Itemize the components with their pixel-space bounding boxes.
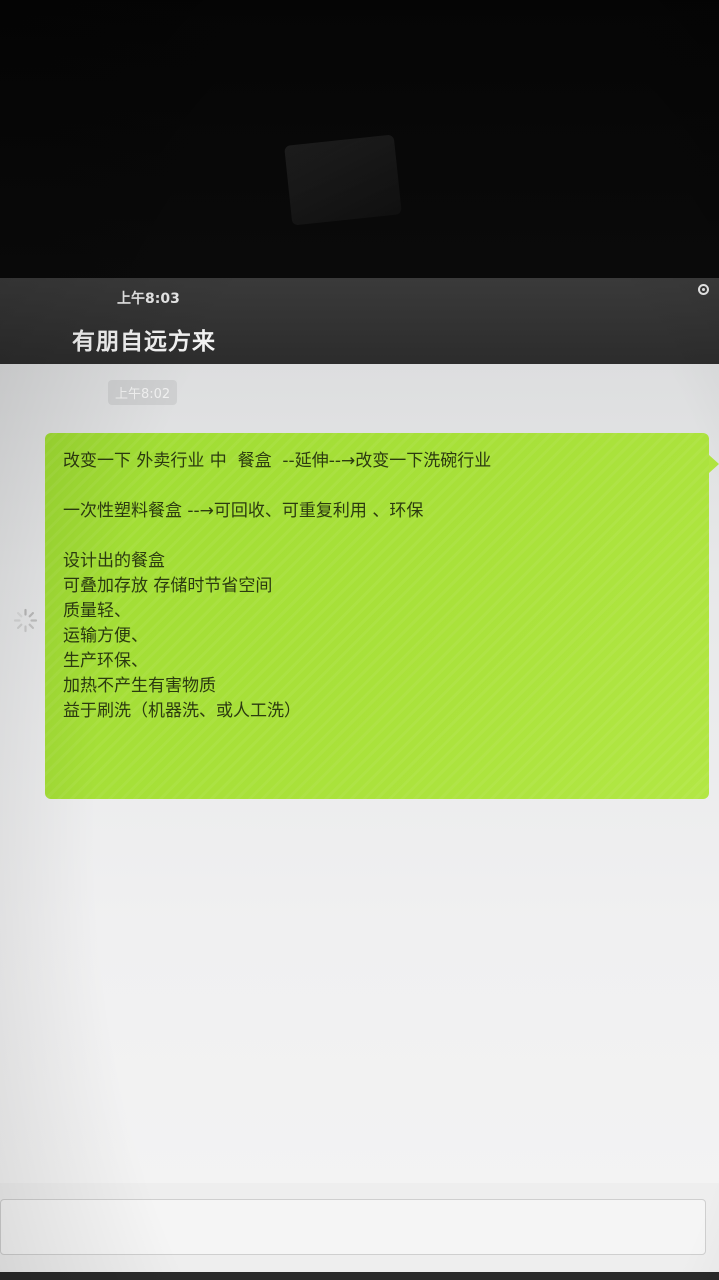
background-object (284, 134, 402, 226)
message-line: 生产环保、 (63, 651, 148, 671)
message-bubble[interactable]: 改变一下 外卖行业 中 餐盒 --延伸--→改变一下洗碗行业 一次性塑料餐盒 -… (45, 433, 719, 799)
alarm-icon (698, 284, 709, 295)
message-line: 一次性塑料餐盒 --→可回收、可重复利用 、环保 (63, 501, 424, 521)
message-line (63, 524, 691, 549)
message-line: 运输方便、 (63, 626, 148, 646)
spinner-icon (13, 608, 38, 633)
message-line: 改变一下 外卖行业 中 餐盒 --延伸--→改变一下洗碗行业 (63, 451, 492, 471)
chat-screen: 上午8:03 有朋自远方来 上午8:02 改变一下 外卖行业 中 餐盒 --延伸… (0, 278, 719, 1280)
status-time: 上午8:03 (117, 291, 180, 307)
message-timestamp: 上午8:02 (108, 380, 178, 405)
screen-bottom-edge (0, 1272, 719, 1280)
message-input[interactable] (0, 1199, 706, 1255)
photo-background: 上午8:03 有朋自远方来 上午8:02 改变一下 外卖行业 中 餐盒 --延伸… (0, 0, 719, 1280)
message-line: 可叠加存放 存储时节省空间 (63, 576, 273, 596)
chat-title: 有朋自远方来 (72, 329, 216, 355)
message-line: 益于刷洗（机器洗、或人工洗） (63, 701, 301, 721)
title-bar: 上午8:03 有朋自远方来 (0, 278, 719, 364)
message-line: 质量轻、 (63, 601, 131, 621)
bubble-tail (709, 455, 719, 473)
message-line: 加热不产生有害物质 (63, 676, 216, 696)
message-line (63, 474, 691, 499)
input-area (0, 1183, 719, 1280)
message-line: 设计出的餐盒 (63, 551, 165, 571)
